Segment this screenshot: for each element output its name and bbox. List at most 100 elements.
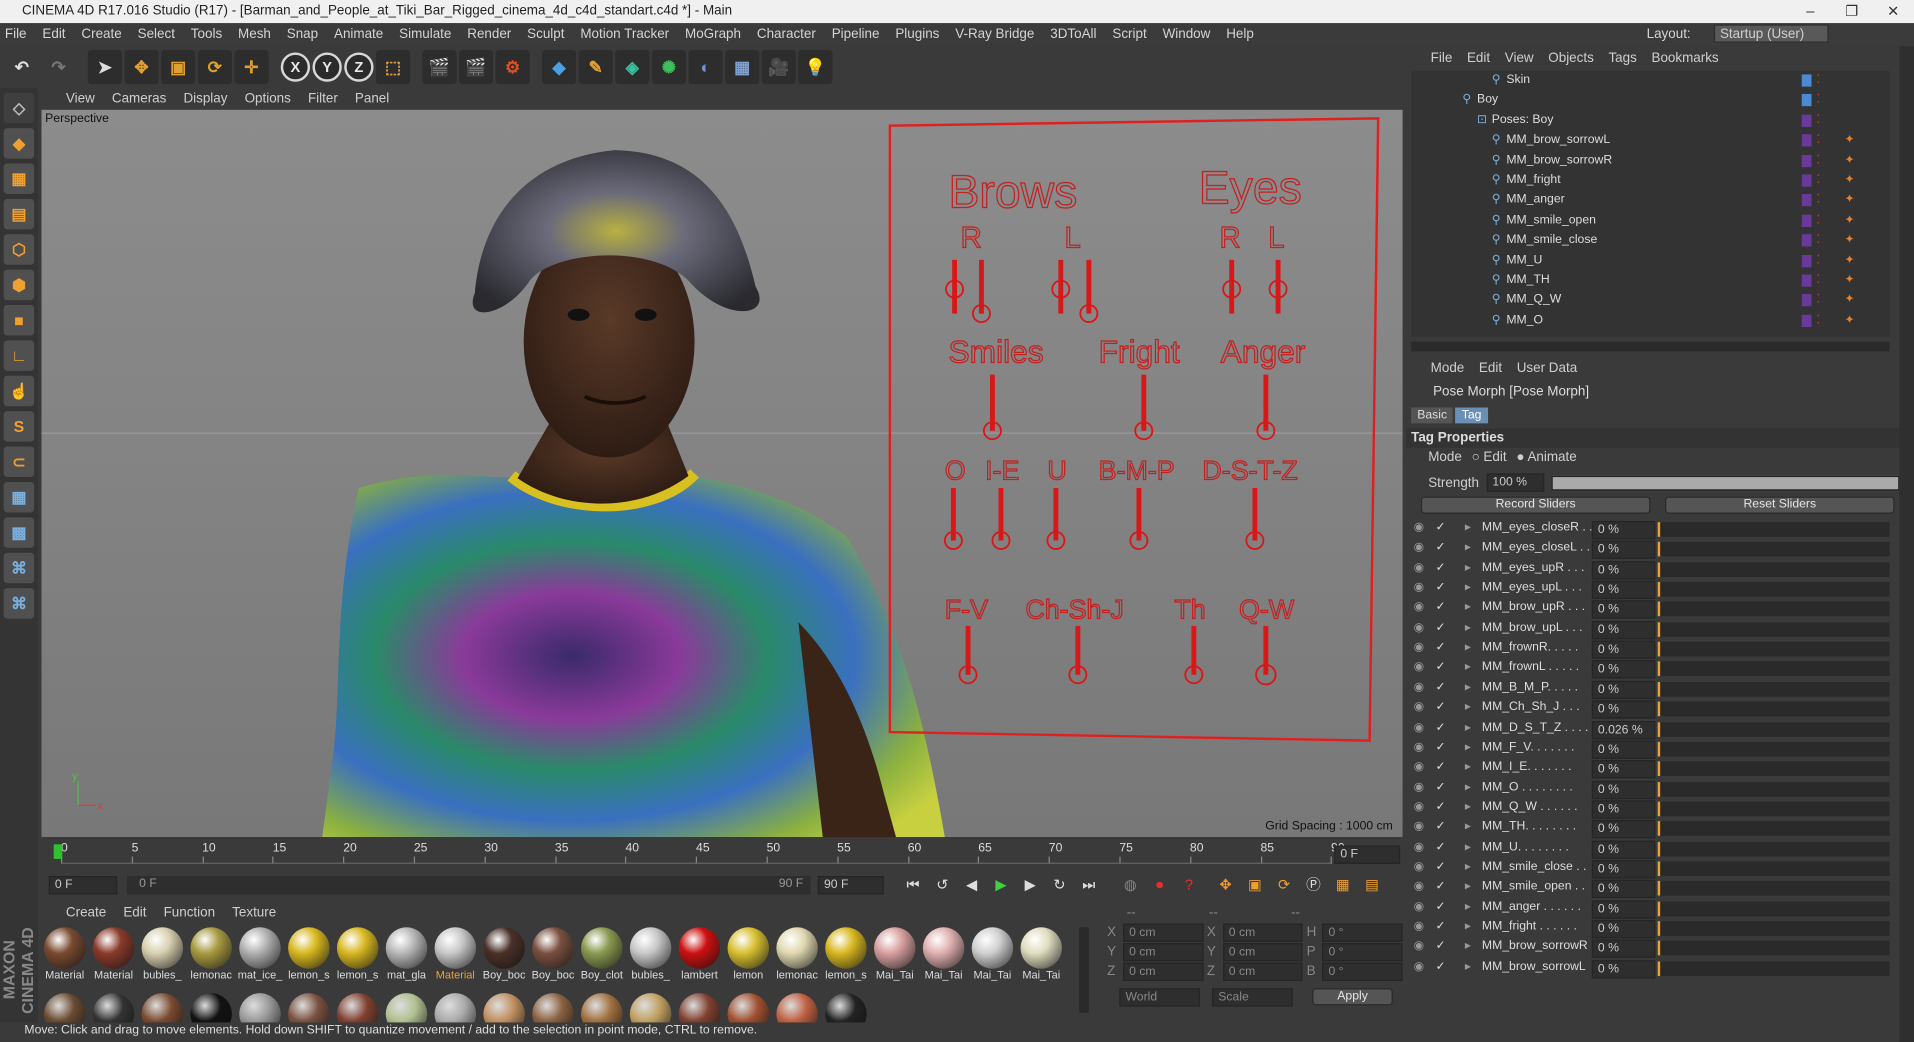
menu-select[interactable]: Select xyxy=(138,27,175,42)
tree-row[interactable]: ⚲ MM_smile_open ⁚ ✦ xyxy=(1411,211,1890,231)
material-swatch[interactable]: lambert xyxy=(676,925,722,981)
animate-radio-icon[interactable]: ◉ xyxy=(1414,720,1425,733)
enable-checkbox[interactable]: ✓ xyxy=(1436,601,1446,614)
coord-field-pos-y[interactable]: 0 cm xyxy=(1122,942,1204,961)
menu-plugins[interactable]: Plugins xyxy=(895,27,939,42)
scale-tool-icon[interactable]: ▣ xyxy=(161,50,196,85)
restore-icon[interactable]: ❐ xyxy=(1831,0,1873,23)
coordinate-mode-select[interactable]: Scale xyxy=(1212,988,1293,1007)
animate-radio-icon[interactable]: ◉ xyxy=(1414,641,1425,654)
coord-field-rot-p[interactable]: 0 ° xyxy=(1322,942,1403,961)
tree-row[interactable]: ⚲ Boy ⁚ xyxy=(1411,91,1890,111)
objects-menu-view[interactable]: View xyxy=(1505,51,1534,66)
morph-slider-track[interactable] xyxy=(1657,641,1890,657)
material-swatch[interactable]: Material xyxy=(90,925,136,981)
morph-slider-track[interactable] xyxy=(1657,601,1890,617)
tab-tag[interactable]: Tag xyxy=(1455,407,1488,424)
objects-menu-objects[interactable]: Objects xyxy=(1548,51,1594,66)
viewport-menu-filter[interactable]: Filter xyxy=(308,92,338,107)
axis-y-button[interactable]: Y xyxy=(312,52,342,82)
texture-mode-icon[interactable]: ▦ xyxy=(3,163,35,194)
enable-checkbox[interactable]: ✓ xyxy=(1436,661,1446,674)
attributes-menu-edit[interactable]: Edit xyxy=(1479,361,1502,376)
morph-slider-row[interactable]: ◉ ✓ ▸ MM_O . . . . . . . . 0 % xyxy=(1411,780,1890,799)
morph-value-field[interactable]: 0 % xyxy=(1591,820,1656,839)
select-arrow-icon[interactable]: ➤ xyxy=(87,50,123,85)
morph-slider-row[interactable]: ◉ ✓ ▸ MM_eyes_closeR . .0 % xyxy=(1411,520,1890,540)
menu-character[interactable]: Character xyxy=(757,27,816,42)
end-frame-field[interactable]: 90 F xyxy=(817,875,884,894)
coord-field-size-z[interactable]: 0 cm xyxy=(1222,962,1303,981)
material-swatch[interactable]: lemon xyxy=(725,925,771,981)
material-swatch[interactable]: bubles_ xyxy=(627,925,673,981)
render-view-icon[interactable]: 🎬 xyxy=(422,50,457,85)
visibility-dots-icon[interactable]: ⁚ xyxy=(1816,311,1820,331)
close-icon[interactable]: ✕ xyxy=(1873,0,1914,23)
morph-slider-track[interactable] xyxy=(1657,542,1890,557)
menu-pipeline[interactable]: Pipeline xyxy=(832,27,880,42)
points-mode-icon[interactable]: ⬡ xyxy=(3,234,35,265)
material-menu-create[interactable]: Create xyxy=(66,905,106,920)
mograph-cloner-icon[interactable]: ✺ xyxy=(651,50,687,85)
locked-workplane-icon[interactable]: ▦ xyxy=(3,481,35,513)
pose-tag-icon[interactable]: ✦ xyxy=(1844,171,1854,191)
polygons-mode-icon[interactable]: ■ xyxy=(3,305,35,336)
menu-snap[interactable]: Snap xyxy=(287,27,318,42)
deformer-icon[interactable]: ◐ xyxy=(688,50,723,85)
enable-checkbox[interactable]: ✓ xyxy=(1436,541,1446,554)
animate-radio-icon[interactable]: ◉ xyxy=(1414,880,1425,893)
pose-tag-icon[interactable]: ✦ xyxy=(1844,251,1854,271)
layout-dropdown[interactable]: Startup (User) xyxy=(1713,24,1829,43)
material-swatch[interactable]: Material xyxy=(432,925,478,981)
morph-value-field[interactable]: 0 % xyxy=(1591,560,1656,580)
mode-animate-radio[interactable]: ● Animate xyxy=(1516,448,1576,468)
object-tree[interactable]: ⚲ Skin ⁚ ⚲ Boy ⁚ ⊡ Poses: Boy ⁚ ⚲ MM_brow_sorrowL ⁚… xyxy=(1411,70,1890,337)
record-active-icon[interactable]: ⏺ xyxy=(1147,874,1171,896)
enable-checkbox[interactable]: ✓ xyxy=(1436,940,1446,953)
visibility-dots-icon[interactable]: ⁚ xyxy=(1816,151,1820,171)
morph-slider-row[interactable]: ◉ ✓ ▸ MM_brow_sorrowL 0 % xyxy=(1411,959,1890,979)
menu-mograph[interactable]: MoGraph xyxy=(685,27,741,42)
enable-checkbox[interactable]: ✓ xyxy=(1436,581,1446,594)
subdivision-icon[interactable]: ◈ xyxy=(615,50,650,85)
morph-slider-row[interactable]: ◉ ✓ ▸ MM_Ch_Sh_J . . . 0 % xyxy=(1411,700,1890,719)
morph-value-field[interactable]: 0 % xyxy=(1591,800,1656,819)
morph-slider-row[interactable]: ◉ ✓ ▸ MM_I_E. . . . . . . 0 % xyxy=(1411,760,1890,779)
tab-basic[interactable]: Basic xyxy=(1411,407,1454,424)
morph-value-field[interactable]: 0 % xyxy=(1591,740,1656,759)
morph-value-field[interactable]: 0 % xyxy=(1591,600,1656,620)
enable-checkbox[interactable]: ✓ xyxy=(1436,521,1446,534)
strength-field[interactable]: 100 % xyxy=(1486,473,1545,492)
morph-slider-row[interactable]: ◉ ✓ ▸ MM_anger . . . . . . 0 % xyxy=(1411,899,1890,919)
animate-radio-icon[interactable]: ◉ xyxy=(1414,840,1425,853)
coord-field-rot-h[interactable]: 0 ° xyxy=(1322,923,1403,942)
morph-value-field[interactable]: 0 % xyxy=(1591,700,1656,719)
enable-checkbox[interactable]: ✓ xyxy=(1436,820,1446,833)
morph-value-field[interactable]: 0 % xyxy=(1591,780,1656,799)
visibility-dots-icon[interactable]: ⁚ xyxy=(1816,71,1820,91)
morph-slider-row[interactable]: ◉ ✓ ▸ MM_smile_open . . 0 % xyxy=(1411,880,1890,899)
objects-menu-bookmarks[interactable]: Bookmarks xyxy=(1651,51,1718,66)
morph-slider-track[interactable] xyxy=(1657,741,1890,757)
morph-slider-row[interactable]: ◉ ✓ ▸ MM_eyes_upL . . . 0 % xyxy=(1411,580,1890,600)
light-icon[interactable]: 💡 xyxy=(798,50,833,85)
tree-row[interactable]: ⚲ MM_brow_sorrowR ⁚ ✦ xyxy=(1411,151,1890,171)
previous-key-icon[interactable]: ↺ xyxy=(930,874,954,896)
material-menu-texture[interactable]: Texture xyxy=(232,905,276,920)
go-to-end-icon[interactable]: ⏭ xyxy=(1077,874,1101,896)
menu-v-ray-bridge[interactable]: V-Ray Bridge xyxy=(955,27,1034,42)
morph-value-field[interactable]: 0 % xyxy=(1591,520,1656,540)
pose-tag-icon[interactable]: ✦ xyxy=(1844,211,1854,231)
morph-value-field[interactable]: 0 % xyxy=(1591,959,1656,979)
animate-radio-icon[interactable]: ◉ xyxy=(1414,860,1425,873)
animate-radio-icon[interactable]: ◉ xyxy=(1414,661,1425,674)
coord-field-size-x[interactable]: 0 cm xyxy=(1222,923,1303,942)
tree-row[interactable]: ⚲ MM_U ⁚ ✦ xyxy=(1411,251,1890,271)
morph-value-field[interactable]: 0 % xyxy=(1591,640,1656,659)
morph-slider-track[interactable] xyxy=(1657,841,1890,857)
enable-checkbox[interactable]: ✓ xyxy=(1436,800,1446,813)
render-settings-icon[interactable]: ⚙ xyxy=(495,50,530,85)
coord-field-size-y[interactable]: 0 cm xyxy=(1222,942,1303,961)
snap-icon[interactable]: S xyxy=(3,411,35,442)
tree-row[interactable]: ⚲ MM_brow_sorrowL ⁚ ✦ xyxy=(1411,131,1890,151)
